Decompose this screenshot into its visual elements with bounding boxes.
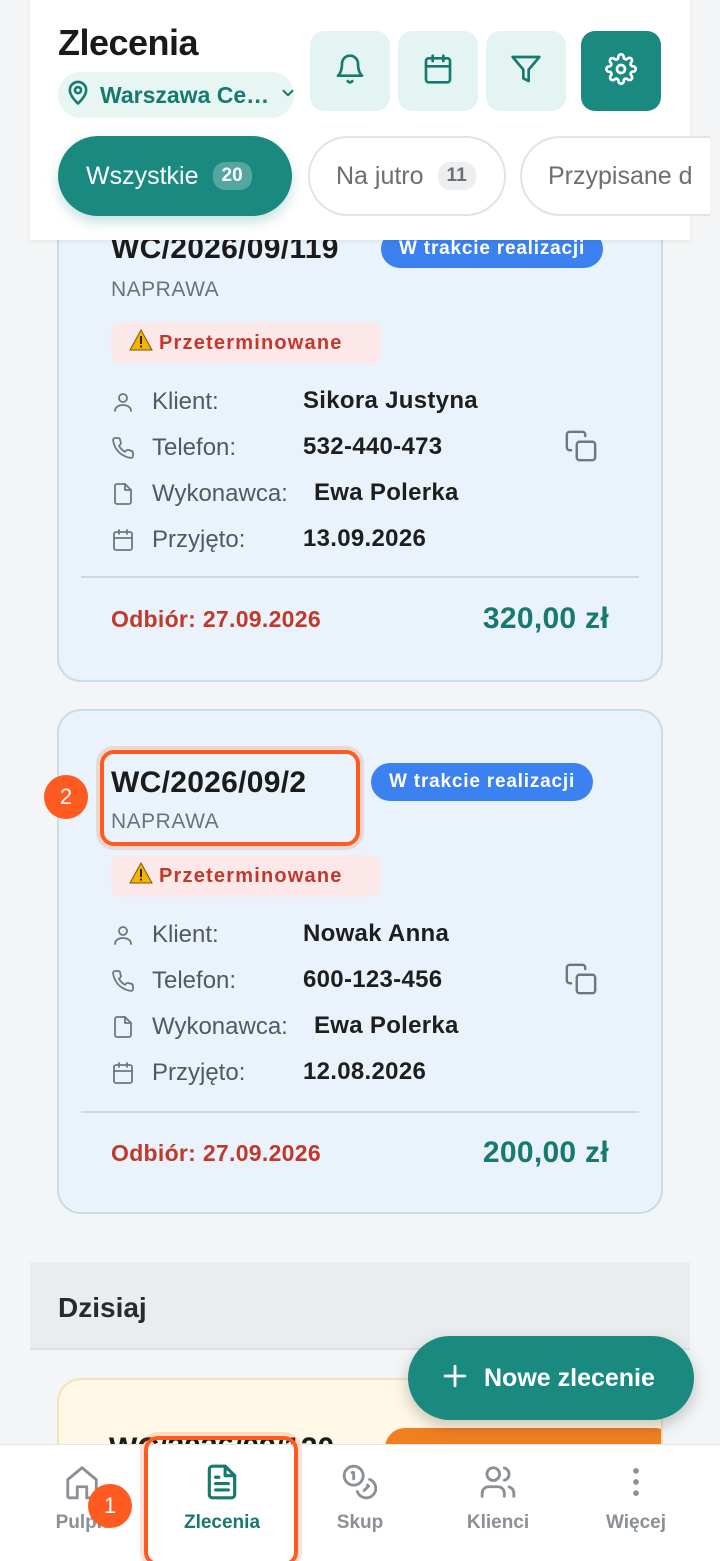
card-divider: [81, 576, 639, 578]
phone-label: Telefon:: [152, 434, 237, 461]
filter-button[interactable]: [486, 31, 566, 111]
contractor-label: Wykonawca:: [152, 1013, 288, 1040]
gear-icon: [605, 52, 637, 90]
new-order-label: Nowe zlecenie: [484, 1363, 655, 1392]
copy-icon: [564, 962, 598, 1001]
client-value: Nowak Anna: [303, 920, 450, 947]
received-label: Przyjęto:: [152, 526, 246, 553]
location-selector[interactable]: Warszawa Ce…: [58, 72, 294, 118]
nav-label: Skup: [336, 1512, 384, 1533]
notifications-button[interactable]: [310, 31, 390, 111]
section-title: Dzisiaj: [58, 1292, 147, 1323]
calendar-button[interactable]: [398, 31, 478, 111]
coins-icon: [341, 1463, 379, 1506]
overdue-label: Przeterminowane: [159, 864, 343, 887]
filter-icon: [510, 53, 542, 90]
users-icon: [479, 1463, 517, 1506]
overdue-badge: Przeterminowane: [111, 855, 381, 897]
copy-phone-button[interactable]: [563, 963, 599, 999]
location-label: Warszawa Ce…: [100, 81, 270, 108]
more-vertical-icon: [617, 1463, 655, 1506]
annotation-marker-2: 2: [44, 775, 88, 819]
order-price: 320,00 zł: [482, 602, 609, 635]
nav-item-dashboard[interactable]: Pulpit: [10, 1445, 154, 1561]
received-label: Przyjęto:: [152, 1059, 246, 1086]
phone-label: Telefon:: [152, 967, 237, 994]
contractor-value: Ewa Polerka: [314, 1012, 459, 1039]
order-price: 200,00 zł: [482, 1136, 609, 1169]
card-divider: [81, 1111, 639, 1113]
filter-chip-count: 11: [437, 162, 476, 190]
status-badge: W trakcie realizacji: [371, 763, 594, 801]
app-header: Zlecenia Warszawa Ce… Wszystkie 20 Na ju: [30, 0, 710, 240]
received-value: 13.09.2026: [303, 525, 427, 552]
contractor-label: Wykonawca:: [152, 480, 288, 507]
overdue-badge: Przeterminowane: [111, 322, 381, 364]
settings-button[interactable]: [581, 31, 661, 111]
annotation-marker-1: 1: [88, 1484, 132, 1528]
copy-phone-button[interactable]: [563, 430, 599, 466]
page-title: Zlecenia: [58, 22, 199, 63]
nav-item-more[interactable]: Więcej: [564, 1445, 708, 1561]
chevron-down-icon: [279, 84, 297, 107]
overdue-label: Przeterminowane: [159, 331, 343, 354]
phone-icon: [111, 969, 135, 993]
nav-label: Klienci: [466, 1512, 530, 1533]
client-label: Klient:: [152, 921, 219, 948]
new-order-button[interactable]: Nowe zlecenie: [408, 1336, 694, 1420]
filter-chip-count: 20: [212, 162, 252, 190]
phone-value: 532-440-473: [303, 433, 443, 460]
nav-label: Więcej: [605, 1512, 667, 1533]
order-number-highlight: [100, 750, 360, 846]
order-type: NAPRAWA: [111, 278, 220, 301]
bell-icon: [334, 53, 366, 90]
warning-icon: [129, 328, 153, 357]
filter-chip-tomorrow[interactable]: Na jutro 11: [308, 136, 506, 216]
nav-item-purchase[interactable]: Skup: [288, 1445, 432, 1561]
file-icon: [111, 1015, 135, 1039]
location-pin-icon: [64, 79, 92, 112]
nav-orders-highlight: [144, 1436, 298, 1561]
pickup-date: Odbiór: 27.09.2026: [111, 1140, 321, 1166]
pickup-date: Odbiór: 27.09.2026: [111, 606, 321, 632]
filter-chip-label: Wszystkie: [86, 161, 199, 190]
filter-chip-label: Przypisane d: [548, 161, 693, 190]
plus-icon: [442, 1363, 468, 1394]
filter-chip-label: Na jutro: [336, 161, 424, 190]
phone-icon: [111, 436, 135, 460]
client-label: Klient:: [152, 388, 219, 415]
filter-chip-assigned[interactable]: Przypisane d: [520, 136, 710, 216]
calendar-icon: [111, 1061, 135, 1085]
copy-icon: [564, 429, 598, 468]
nav-item-clients[interactable]: Klienci: [426, 1445, 570, 1561]
received-value: 12.08.2026: [303, 1058, 427, 1085]
warning-icon: [129, 861, 153, 890]
user-icon: [111, 923, 135, 947]
file-icon: [111, 482, 135, 506]
client-value: Sikora Justyna: [303, 387, 478, 414]
user-icon: [111, 390, 135, 414]
order-card[interactable]: WC/2026/09/119 W trakcie realizacji NAPR…: [57, 200, 663, 682]
phone-value: 600-123-456: [303, 966, 443, 993]
calendar-icon: [422, 53, 454, 90]
contractor-value: Ewa Polerka: [314, 479, 459, 506]
calendar-icon: [111, 528, 135, 552]
filter-chip-all[interactable]: Wszystkie 20: [58, 136, 292, 216]
